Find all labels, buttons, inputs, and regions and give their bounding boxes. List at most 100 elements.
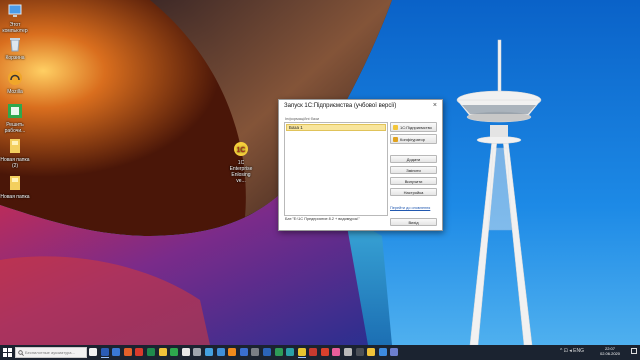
- gallery-icon: [204, 347, 213, 356]
- clock-date: 02.06.2020: [599, 351, 621, 356]
- taskbar-app-mail[interactable]: [239, 346, 249, 358]
- designer-button-label: Конфігуратор: [400, 137, 425, 142]
- pdf-icon: [320, 347, 329, 356]
- taskbar-apps: [88, 346, 401, 359]
- desktop-icon-green-app[interactable]: Решить рабочи...: [0, 103, 30, 134]
- recycle-bin-icon: [10, 38, 20, 52]
- folder-icon: [367, 347, 376, 356]
- enterprise-button-label: 1С:Підприємство: [400, 125, 432, 130]
- desktop-icon-recycle-bin[interactable]: Корзина: [0, 36, 30, 61]
- computer-icon: [8, 4, 22, 17]
- desktop-icon-new-folder[interactable]: Новая папка: [0, 175, 30, 200]
- updates-link[interactable]: Перейти до оновлення: [390, 206, 430, 210]
- taskbar-app-paint[interactable]: [331, 346, 341, 358]
- search-icon: [18, 350, 24, 356]
- close-icon[interactable]: ×: [433, 102, 437, 109]
- add-button[interactable]: Додати: [390, 155, 437, 163]
- desktop-icon-this-pc[interactable]: Этот компьютер: [0, 3, 30, 34]
- r-app-icon: [262, 347, 271, 356]
- change-button[interactable]: Змінити: [390, 166, 437, 174]
- camera-icon: [251, 347, 260, 356]
- excel-icon: [146, 347, 155, 356]
- taskbar-app-eye[interactable]: [343, 346, 353, 358]
- taskbar-app-r-app[interactable]: [262, 346, 272, 358]
- eye-icon: [344, 347, 353, 356]
- paint-icon: [332, 347, 341, 356]
- folder-icon: [10, 176, 20, 190]
- vpn-icon: [390, 347, 399, 356]
- 1c-enterprise-icon: [297, 347, 306, 356]
- yandex-icon: [135, 347, 144, 356]
- desktop-icon-mozilla[interactable]: Mozilla: [0, 70, 30, 95]
- taskbar-app-gallery[interactable]: [204, 346, 214, 358]
- designer-icon: [393, 137, 398, 142]
- taskbar-app-play[interactable]: [216, 346, 226, 358]
- taskbar-app-pdf[interactable]: [320, 346, 330, 358]
- taskbar-app-word[interactable]: [100, 346, 110, 358]
- dialog-title: Запуск 1С:Підприємства (учбової версії): [284, 103, 397, 109]
- exit-button[interactable]: Вихід: [390, 218, 437, 226]
- search-placeholder: Беспилотные аукзиатура...: [25, 350, 75, 355]
- explorer-icon: [158, 347, 167, 356]
- desktop-icon-label: Новая папка: [0, 194, 30, 200]
- headphones-app-icon: [8, 71, 22, 85]
- firefox-icon: [123, 347, 132, 356]
- desktop-icon-label: Новая папка (2): [0, 157, 30, 169]
- vlc-icon: [228, 347, 237, 356]
- taskbar-app-camera[interactable]: [250, 346, 260, 358]
- three-app-icon: [286, 347, 295, 356]
- exit-button-label: Вихід: [408, 220, 419, 225]
- taskbar-app-browser[interactable]: [378, 346, 388, 358]
- play-icon: [216, 347, 225, 356]
- search-box[interactable]: Беспилотные аукзиатура...: [15, 347, 87, 358]
- taskbar-app-settings[interactable]: [192, 346, 202, 358]
- designer-button[interactable]: Конфігуратор: [390, 134, 437, 144]
- folder-icon: [10, 139, 20, 153]
- record-icon: [309, 347, 318, 356]
- taskbar-app-terminal[interactable]: [355, 346, 365, 358]
- desktop-icon-label: 1С Enterprise Enlosing ve...: [229, 160, 253, 184]
- taskbar-app-vpn[interactable]: [389, 346, 399, 358]
- taskbar-app-spreadsheet[interactable]: [274, 346, 284, 358]
- taskbar-app-record[interactable]: [308, 346, 318, 358]
- taskbar-app-excel[interactable]: [146, 346, 156, 358]
- taskbar-app-vlc[interactable]: [227, 346, 237, 358]
- taskbar-app-chrome[interactable]: [181, 346, 191, 358]
- spreadsheet-icon: [274, 347, 283, 356]
- chrome-icon: [181, 347, 190, 356]
- taskbar-app-three-app[interactable]: [285, 346, 295, 358]
- infobase-path: Бат:"E:\1С Предприятие 8.2 + видимурок\": [285, 217, 360, 221]
- desktop-icon-label: Этот компьютер: [2, 22, 28, 34]
- green-app-icon: [8, 104, 22, 118]
- settings-icon: [193, 347, 202, 356]
- enterprise-icon: [393, 125, 398, 130]
- delete-button[interactable]: Вилучити: [390, 177, 437, 185]
- enterprise-button[interactable]: 1С:Підприємство: [390, 122, 437, 132]
- clock[interactable]: 22:07 02.06.2020: [594, 346, 626, 356]
- word-icon: [100, 347, 109, 356]
- infobase-item-selected[interactable]: База 1: [286, 124, 386, 131]
- taskbar-app-1c-enterprise[interactable]: [297, 346, 307, 358]
- browser-icon: [378, 347, 387, 356]
- desktop-icon-label: Решить рабочи...: [4, 122, 26, 134]
- desktop-icon-1c-enterprise[interactable]: 1C 1С Enterprise Enlosing ve...: [226, 141, 256, 184]
- notifications-icon[interactable]: [631, 348, 637, 354]
- store-icon: [112, 347, 121, 356]
- taskbar-app-firefox[interactable]: [123, 346, 133, 358]
- taskbar-app-yandex[interactable]: [134, 346, 144, 358]
- desktop-icon-new-folder-2[interactable]: Новая папка (2): [0, 138, 30, 169]
- windows-start-icon[interactable]: [2, 347, 13, 358]
- add-button-label: Додати: [406, 157, 421, 162]
- taskbar-app-folder[interactable]: [366, 346, 376, 358]
- taskbar-app-explorer[interactable]: [158, 346, 168, 358]
- taskbar-app-green-app[interactable]: [169, 346, 179, 358]
- settings-button[interactable]: Настройка: [390, 188, 437, 196]
- svg-text:1C: 1C: [237, 147, 246, 154]
- taskbar-app-notepad[interactable]: [88, 346, 98, 358]
- notepad-icon: [89, 347, 97, 356]
- taskbar-app-store[interactable]: [111, 346, 121, 358]
- system-tray[interactable]: ^ ⊡ ◂ ENG: [560, 348, 584, 354]
- desktop-icon-label: Mozilla: [7, 89, 23, 95]
- settings-button-label: Настройка: [403, 190, 424, 195]
- infobase-list[interactable]: База 1: [284, 122, 388, 216]
